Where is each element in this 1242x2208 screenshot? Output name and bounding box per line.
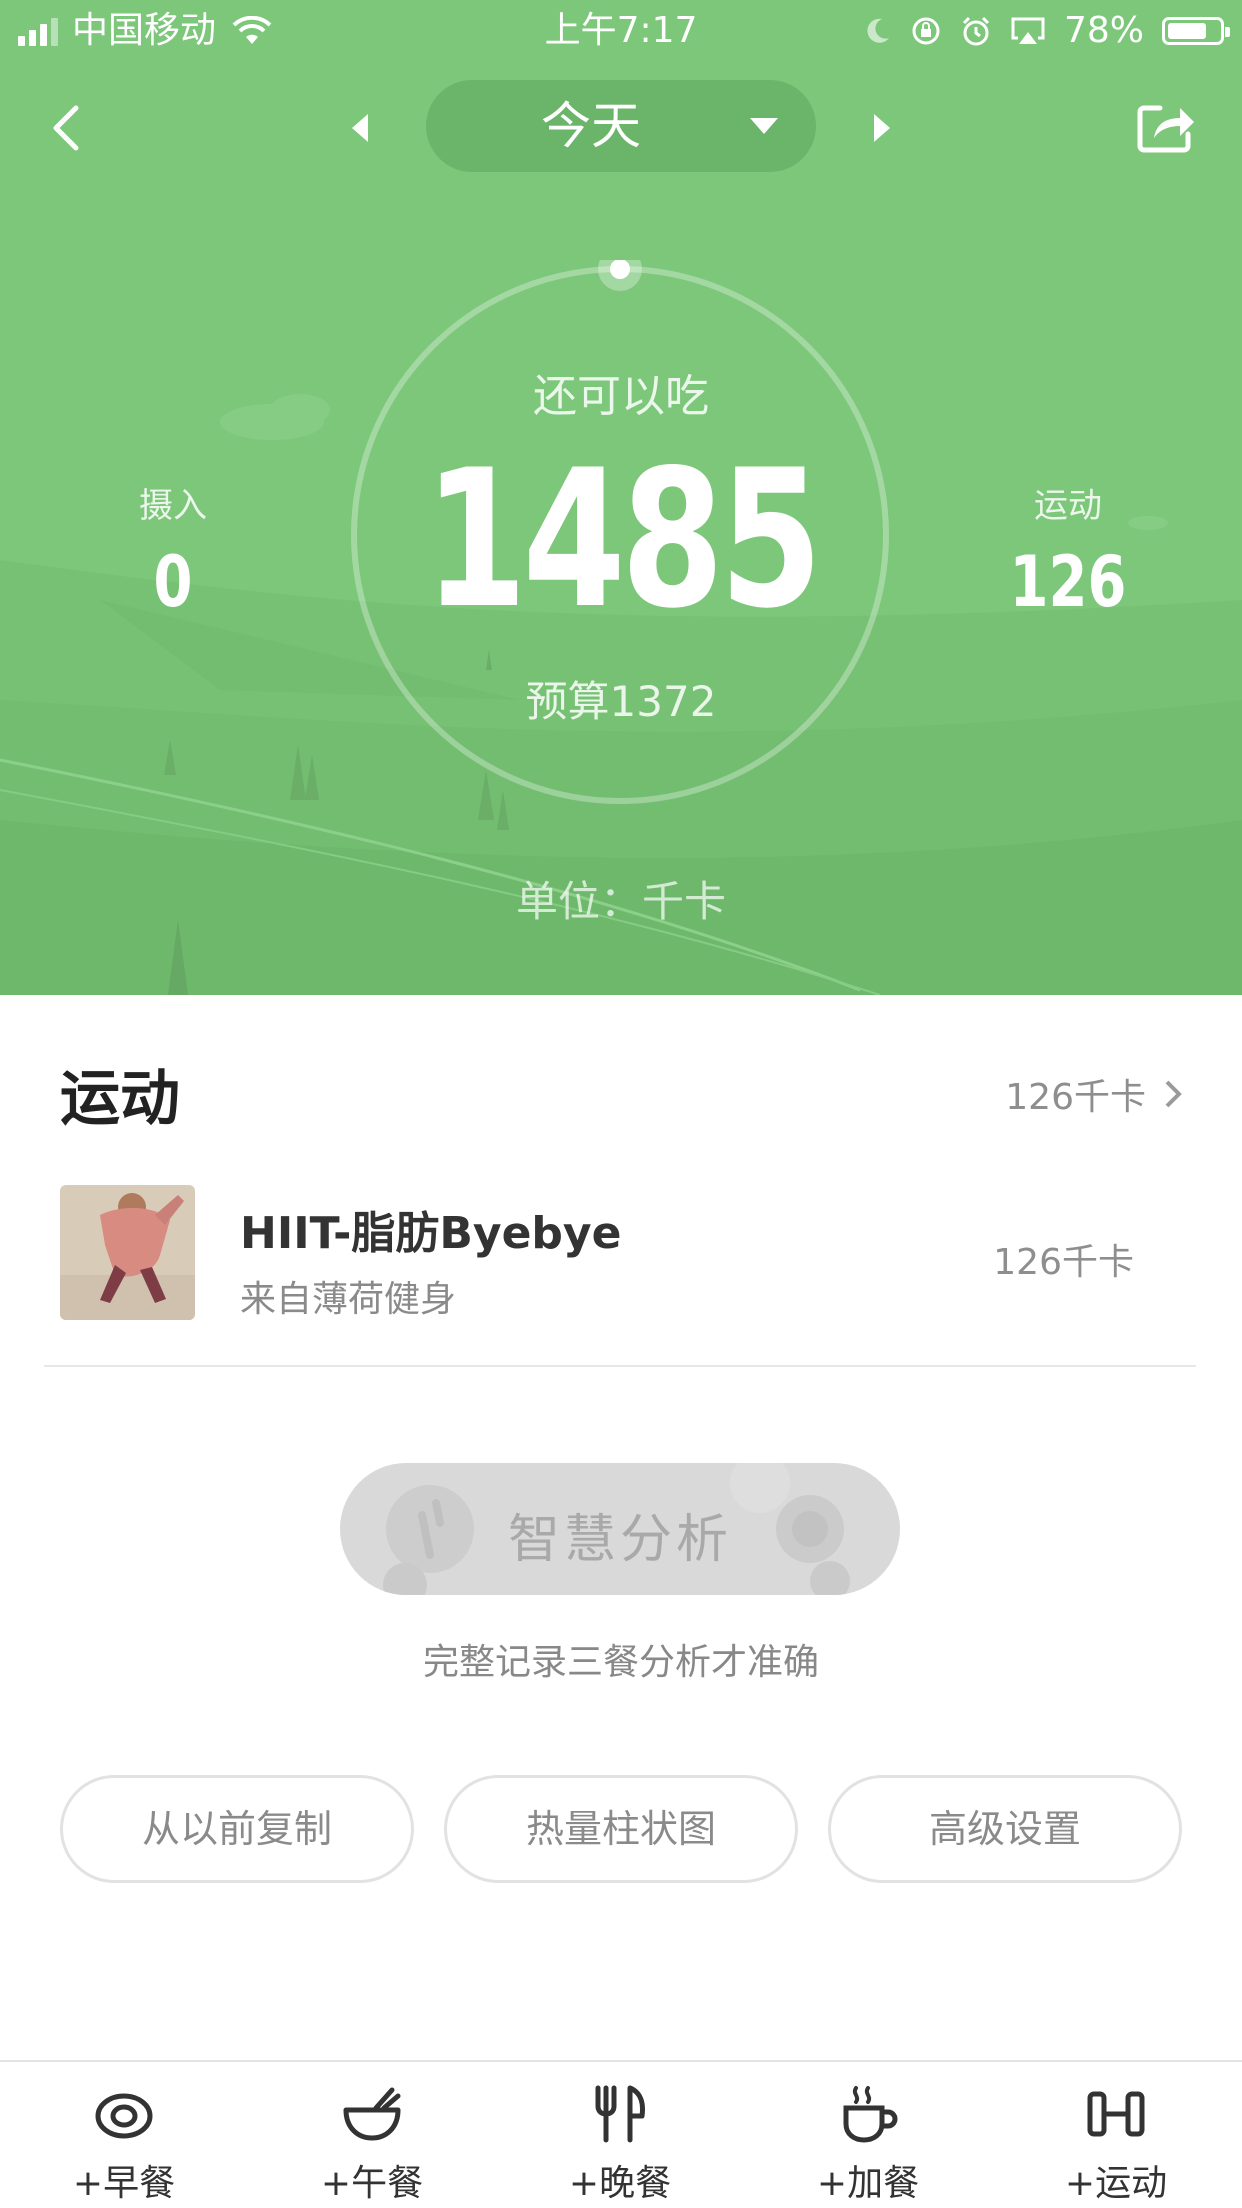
fork-knife-icon — [595, 2085, 645, 2143]
next-day-button[interactable] — [862, 106, 902, 150]
analysis-hint: 完整记录三餐分析才准确 — [422, 1642, 819, 1683]
cup-icon — [843, 2086, 898, 2143]
alarm-icon — [962, 16, 990, 46]
smart-analysis-label: 智慧分析 — [507, 1510, 732, 1570]
bowl-icon — [343, 2087, 401, 2141]
dumbbell-icon — [1087, 2091, 1145, 2137]
section-total-value: 126千卡 — [1005, 1077, 1146, 1118]
section-title: 运动 — [60, 1064, 180, 1134]
divider — [44, 1365, 1196, 1367]
remaining-calories: 1485 — [424, 429, 822, 650]
advanced-settings-button[interactable]: 高级设置 — [828, 1775, 1182, 1883]
tab-label: +早餐 — [72, 2163, 176, 2204]
tab-label: +加餐 — [816, 2163, 920, 2204]
workout-source: 来自薄荷健身 — [240, 1279, 457, 1320]
workout-thumbnail — [60, 1185, 195, 1320]
add-snack-tab[interactable]: +加餐 — [744, 2062, 992, 2208]
list-item[interactable]: HIIT-脂肪Byebye 来自薄荷健身 126千卡 — [60, 1185, 1190, 1325]
add-exercise-tab[interactable]: +运动 — [992, 2062, 1240, 2208]
date-label: 今天 — [541, 97, 641, 155]
add-dinner-tab[interactable]: +晚餐 — [496, 2062, 744, 2208]
add-breakfast-tab[interactable]: +早餐 — [0, 2062, 248, 2208]
egg-icon — [95, 2093, 153, 2139]
bottom-tab-bar: +早餐 +午餐 +晚餐 +加餐 +运动 — [0, 2060, 1242, 2208]
airplay-icon — [1011, 17, 1045, 44]
exercise-stat[interactable]: 运动 126 — [968, 478, 1168, 623]
chevron-down-icon — [750, 118, 778, 134]
smart-analysis-button[interactable]: 智慧分析 — [340, 1463, 900, 1595]
back-button[interactable] — [40, 98, 100, 158]
section-total: 126千卡 — [1005, 1068, 1182, 1120]
chevron-right-icon — [1165, 1080, 1182, 1108]
copy-from-previous-button[interactable]: 从以前复制 — [60, 1775, 414, 1883]
exercise-value: 126 — [1009, 541, 1127, 623]
exercise-section-header[interactable]: 运动 126千卡 — [60, 1050, 1182, 1134]
previous-day-button[interactable] — [340, 106, 380, 150]
nav-bar: 今天 — [0, 80, 1242, 172]
exercise-label: 运动 — [1034, 486, 1102, 526]
tab-label: +运动 — [1064, 2163, 1168, 2204]
battery-icon — [1162, 17, 1230, 45]
budget-label: 预算1372 — [525, 677, 717, 726]
workout-calories: 126千卡 — [993, 1242, 1134, 1283]
moon-icon — [867, 18, 889, 43]
app-screen: 中国移动 上午7:17 78% 今天 还可以吃 1485 预算1372 摄入 0… — [0, 0, 1242, 2208]
battery-percent: 78% — [1063, 10, 1144, 51]
intake-stat[interactable]: 摄入 0 — [73, 478, 273, 623]
workout-name: HIIT-脂肪Byebye — [240, 1208, 622, 1259]
date-selector[interactable]: 今天 — [426, 80, 816, 172]
share-button[interactable] — [1134, 96, 1198, 156]
status-bar: 中国移动 上午7:17 78% — [0, 0, 1242, 62]
rotation-lock-icon — [912, 17, 940, 45]
intake-value: 0 — [153, 541, 193, 623]
remaining-label: 还可以吃 — [533, 371, 709, 422]
add-lunch-tab[interactable]: +午餐 — [248, 2062, 496, 2208]
intake-label: 摄入 — [139, 486, 207, 526]
tab-label: +晚餐 — [568, 2163, 672, 2204]
tab-label: +午餐 — [320, 2163, 424, 2204]
calorie-bar-chart-button[interactable]: 热量柱状图 — [444, 1775, 798, 1883]
unit-label: 单位：千卡 — [515, 877, 726, 926]
summary-header: 中国移动 上午7:17 78% 今天 还可以吃 1485 预算1372 摄入 0… — [0, 0, 1242, 995]
